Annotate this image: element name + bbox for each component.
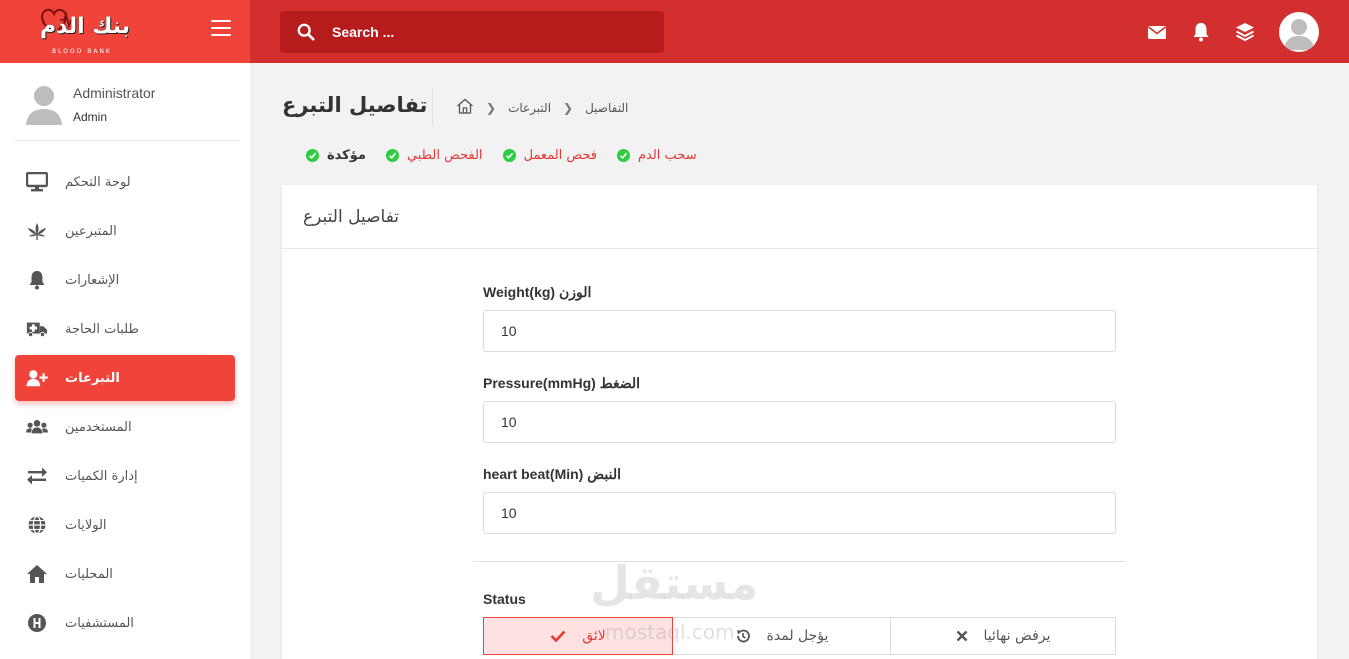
step-blood-draw: سحب الدم — [616, 148, 697, 163]
chevron-icon: ❯ — [563, 100, 574, 115]
sidebar-item-dashboard[interactable]: لوحة التحكم — [15, 159, 235, 205]
sidebar-menu: لوحة التحكم المتبرعين الإشعارات طلبات ال… — [15, 159, 235, 649]
home-icon — [26, 563, 48, 585]
card-title: تفاصيل التبرع — [303, 206, 400, 227]
hospital-icon — [26, 612, 48, 634]
step-lab-test: فحص المعمل — [502, 148, 597, 163]
watermark-text: مستقل — [590, 556, 759, 610]
check-circle-icon — [306, 149, 319, 162]
heart-beat-label: heart beat(Min) النبض — [483, 466, 621, 482]
accept-label: لائق — [582, 628, 606, 644]
sidebar-item-label: التبرعات — [65, 370, 120, 386]
brand-area: بنك الدم BLOOD BANK — [0, 0, 250, 63]
sidebar-item-label: الولايات — [65, 517, 107, 533]
postpone-label: يؤجل لمدة — [766, 628, 829, 644]
check-circle-icon — [385, 149, 399, 162]
hamburger-menu-icon[interactable] — [211, 20, 231, 38]
sidebar-item-label: المتبرعين — [65, 223, 117, 239]
step-label: فحص المعمل — [523, 148, 597, 163]
user-plus-icon — [26, 367, 48, 389]
status-label: Status — [483, 591, 526, 607]
reject-label: يرفض نهائيا — [983, 628, 1051, 644]
monitor-icon — [26, 171, 48, 193]
sidebar-item-label: المستشفيات — [65, 615, 134, 631]
breadcrumb-details: التفاصيل — [585, 100, 629, 115]
logo-subtext: BLOOD BANK — [52, 48, 112, 55]
step-label: سحب الدم — [637, 148, 697, 163]
envelope-icon[interactable] — [1147, 22, 1167, 42]
sidebar-item-label: الإشعارات — [65, 272, 120, 288]
watermark-url: mostaql.com — [605, 620, 735, 644]
search-icon — [297, 23, 315, 41]
sidebar-item-hospitals[interactable]: المستشفيات — [15, 600, 235, 646]
user-name: Administrator — [73, 85, 156, 101]
breadcrumb: ❯ التبرعات ❯ التفاصيل — [456, 98, 628, 117]
close-icon — [956, 630, 968, 642]
sidebar-item-label: إدارة الكميات — [65, 468, 138, 484]
sidebar-item-states[interactable]: الولايات — [15, 502, 235, 548]
sidebar-item-requests[interactable]: طلبات الحاجة — [15, 306, 235, 352]
user-avatar-icon — [26, 86, 62, 125]
sidebar-item-donations[interactable]: التبرعات — [15, 355, 235, 401]
page-title: تفاصيل التبرع — [282, 93, 428, 117]
heart-beat-input[interactable] — [483, 492, 1116, 534]
sidebar-item-donors[interactable]: المتبرعين — [15, 208, 235, 254]
nav-bar — [250, 0, 1349, 63]
card-header: تفاصيل التبرع — [282, 185, 1317, 249]
sidebar-user-box: Administrator Admin — [15, 63, 240, 141]
step-label: مؤكدة — [327, 148, 366, 163]
pressure-input[interactable] — [483, 401, 1116, 443]
step-confirmed: مؤكدة — [306, 148, 366, 163]
sidebar-item-label: لوحة التحكم — [65, 174, 131, 190]
nav-icons — [1123, 12, 1319, 52]
step-label: الفحص الطبي — [406, 148, 483, 163]
sidebar-item-localities[interactable]: المحليات — [15, 551, 235, 597]
breadcrumb-donations[interactable]: التبرعات — [508, 101, 551, 115]
reject-button[interactable]: يرفض نهائيا — [891, 617, 1116, 655]
weight-label: Weight(kg) الوزن — [483, 284, 592, 300]
ambulance-icon — [26, 318, 48, 340]
sidebar-item-label: المستخدمين — [65, 419, 132, 435]
logo-text: بنك الدم — [40, 14, 131, 39]
step-medical-exam: الفحص الطبي — [385, 148, 483, 163]
sidebar-item-notifications[interactable]: الإشعارات — [15, 257, 235, 303]
chevron-icon: ❯ — [486, 100, 497, 115]
exchange-icon — [26, 465, 48, 487]
top-bar: بنك الدم BLOOD BANK — [0, 0, 1349, 63]
title-divider — [432, 88, 433, 126]
user-avatar[interactable] — [1279, 12, 1319, 52]
bell-icon[interactable] — [1191, 22, 1211, 42]
globe-icon — [26, 514, 48, 536]
layers-icon[interactable] — [1235, 22, 1255, 42]
home-icon[interactable] — [456, 98, 474, 117]
sidebar: Administrator Admin لوحة التحكم المتبرعي… — [0, 63, 250, 659]
leaf-icon — [26, 220, 48, 242]
weight-input[interactable] — [483, 310, 1116, 352]
sidebar-item-label: المحليات — [65, 566, 113, 582]
users-icon — [26, 416, 48, 438]
history-icon — [735, 628, 751, 644]
search-input[interactable] — [332, 24, 632, 40]
check-circle-icon — [616, 149, 630, 162]
search-box — [280, 11, 664, 53]
donation-steps: مؤكدة الفحص الطبي فحص المعمل سحب الدم — [306, 148, 717, 163]
sidebar-item-quantities[interactable]: إدارة الكميات — [15, 453, 235, 499]
check-circle-icon — [502, 149, 516, 162]
user-role: Admin — [73, 110, 108, 124]
donation-details-card: تفاصيل التبرع Weight(kg) الوزن Pressure(… — [282, 185, 1317, 659]
check-icon — [550, 630, 566, 642]
form-divider — [473, 561, 1126, 562]
status-button-group: لائق يؤجل لمدة يرفض نهائيا — [483, 617, 1116, 655]
sidebar-item-users[interactable]: المستخدمين — [15, 404, 235, 450]
pressure-label: Pressure(mmHg) الضغط — [483, 375, 641, 391]
bell-icon — [26, 269, 48, 291]
sidebar-item-label: طلبات الحاجة — [65, 321, 139, 337]
